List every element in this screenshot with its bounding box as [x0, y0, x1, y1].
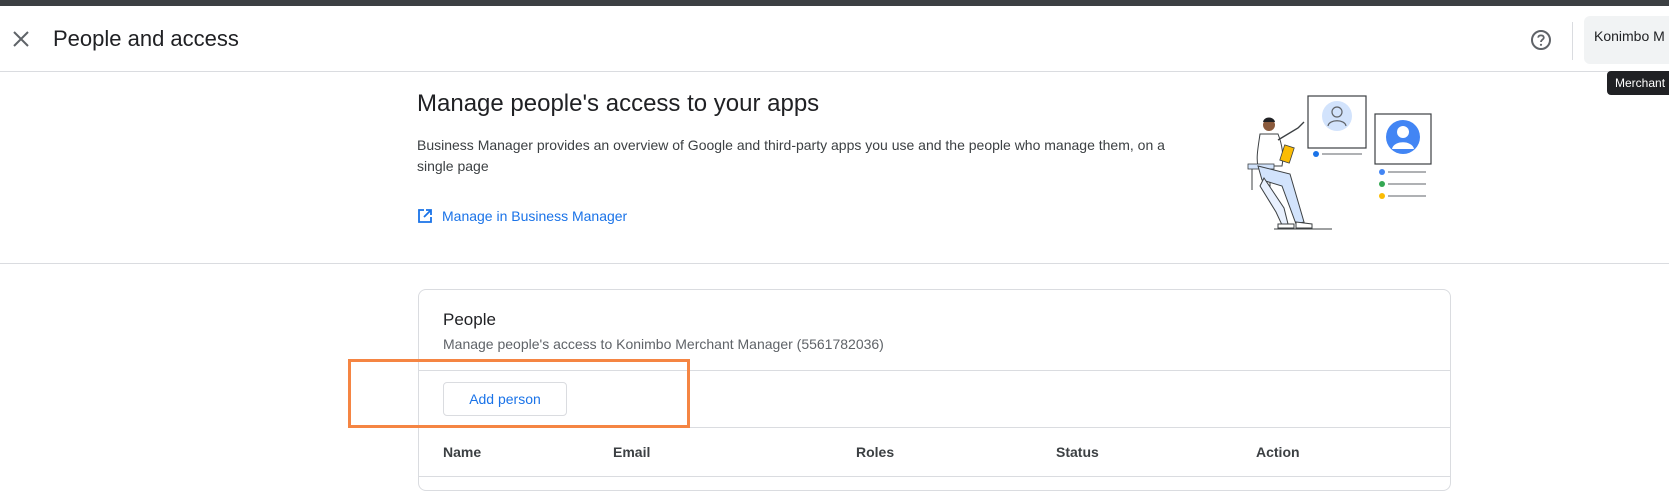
people-illustration [1247, 95, 1432, 230]
column-header-action: Action [1256, 444, 1300, 460]
hero-description: Business Manager provides an overview of… [417, 137, 1165, 174]
hero-title: Manage people's access to your apps [417, 90, 820, 117]
close-button[interactable] [8, 26, 34, 52]
account-switcher[interactable]: Konimbo M [1584, 16, 1669, 64]
account-name: Konimbo M [1594, 28, 1665, 44]
page-title: People and access [53, 26, 239, 51]
column-header-status[interactable]: Status [1056, 444, 1099, 460]
hero-section: Manage people's access to your apps Busi… [0, 72, 1669, 264]
people-card-title: People [443, 310, 496, 329]
close-icon [13, 31, 29, 47]
app-header: People and access Konimbo M [0, 6, 1669, 72]
divider [419, 476, 1450, 477]
manage-in-business-manager-link[interactable]: Manage in Business Manager [417, 208, 627, 224]
column-header-name[interactable]: Name [443, 444, 481, 460]
header-divider [1572, 22, 1573, 60]
manage-link-label: Manage in Business Manager [442, 208, 628, 224]
people-card-subtitle: Manage people's access to Konimbo Mercha… [443, 336, 884, 352]
help-circle-icon [1531, 30, 1551, 50]
highlight-box [348, 359, 690, 428]
column-header-roles[interactable]: Roles [856, 444, 894, 460]
help-button[interactable] [1528, 27, 1554, 53]
column-header-email[interactable]: Email [613, 444, 650, 460]
open-in-new-icon [418, 209, 432, 223]
